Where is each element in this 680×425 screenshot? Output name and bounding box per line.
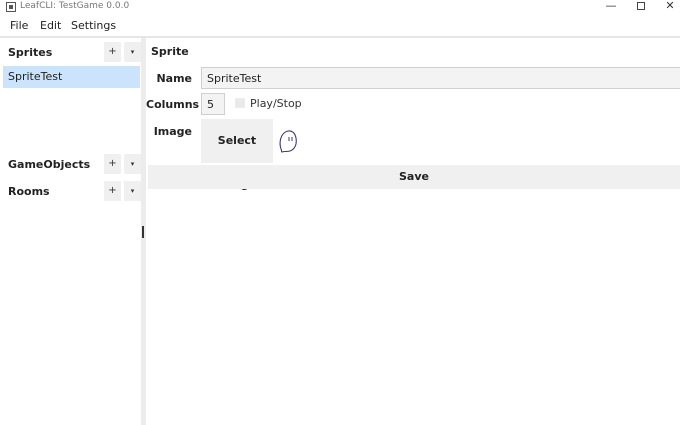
sidebar: Sprites + ▾ SpriteTest GameObjects + ▾ R…: [0, 38, 141, 425]
sprites-dropdown-button[interactable]: ▾: [124, 42, 141, 62]
gameobjects-section-header: GameObjects + ▾: [0, 152, 141, 176]
rooms-label: Rooms: [8, 185, 50, 198]
minimize-button[interactable]: —: [596, 0, 626, 14]
maximize-icon: [637, 2, 645, 10]
sprite-editor: Sprite Name Columns Play/Stop Image Sele…: [146, 38, 680, 425]
save-button[interactable]: Save: [148, 165, 680, 189]
name-label: Name: [156, 72, 192, 85]
sprites-label: Sprites: [8, 46, 53, 59]
menu-file[interactable]: File: [10, 19, 28, 32]
play-stop-checkbox[interactable]: [235, 98, 245, 108]
gameobjects-dropdown-button[interactable]: ▾: [124, 154, 141, 174]
window-title: LeafCLI: TestGame 0.0.0: [20, 1, 130, 11]
columns-label: Columns: [146, 98, 200, 111]
splitter-grip-icon[interactable]: [142, 226, 144, 238]
editor-title: Sprite: [151, 45, 189, 58]
name-input[interactable]: [201, 67, 680, 89]
app-icon: [6, 2, 16, 12]
menu-settings[interactable]: Settings: [71, 19, 116, 32]
sidebar-item-spritetest[interactable]: SpriteTest: [3, 66, 140, 88]
rooms-section-header: Rooms + ▾: [0, 179, 141, 203]
close-button[interactable]: ✕: [655, 0, 680, 14]
sprites-section-header: Sprites + ▾: [0, 40, 141, 64]
maximize-button[interactable]: [626, 0, 656, 14]
select-image-button[interactable]: Select Image: [201, 119, 273, 191]
ghost-sprite-icon: [279, 130, 297, 153]
sidebar-item-label: SpriteTest: [8, 70, 63, 83]
rooms-dropdown-button[interactable]: ▾: [124, 181, 141, 201]
columns-input[interactable]: [201, 93, 225, 115]
add-sprite-button[interactable]: +: [104, 42, 121, 62]
image-label: Image: [153, 125, 192, 138]
add-gameobject-button[interactable]: +: [104, 154, 121, 174]
play-stop-label[interactable]: Play/Stop: [250, 97, 302, 110]
add-room-button[interactable]: +: [104, 181, 121, 201]
gameobjects-label: GameObjects: [8, 158, 91, 171]
menu-edit[interactable]: Edit: [40, 19, 61, 32]
menu-bar: File Edit Settings: [0, 16, 680, 36]
title-bar: LeafCLI: TestGame 0.0.0 — ✕: [0, 0, 680, 14]
